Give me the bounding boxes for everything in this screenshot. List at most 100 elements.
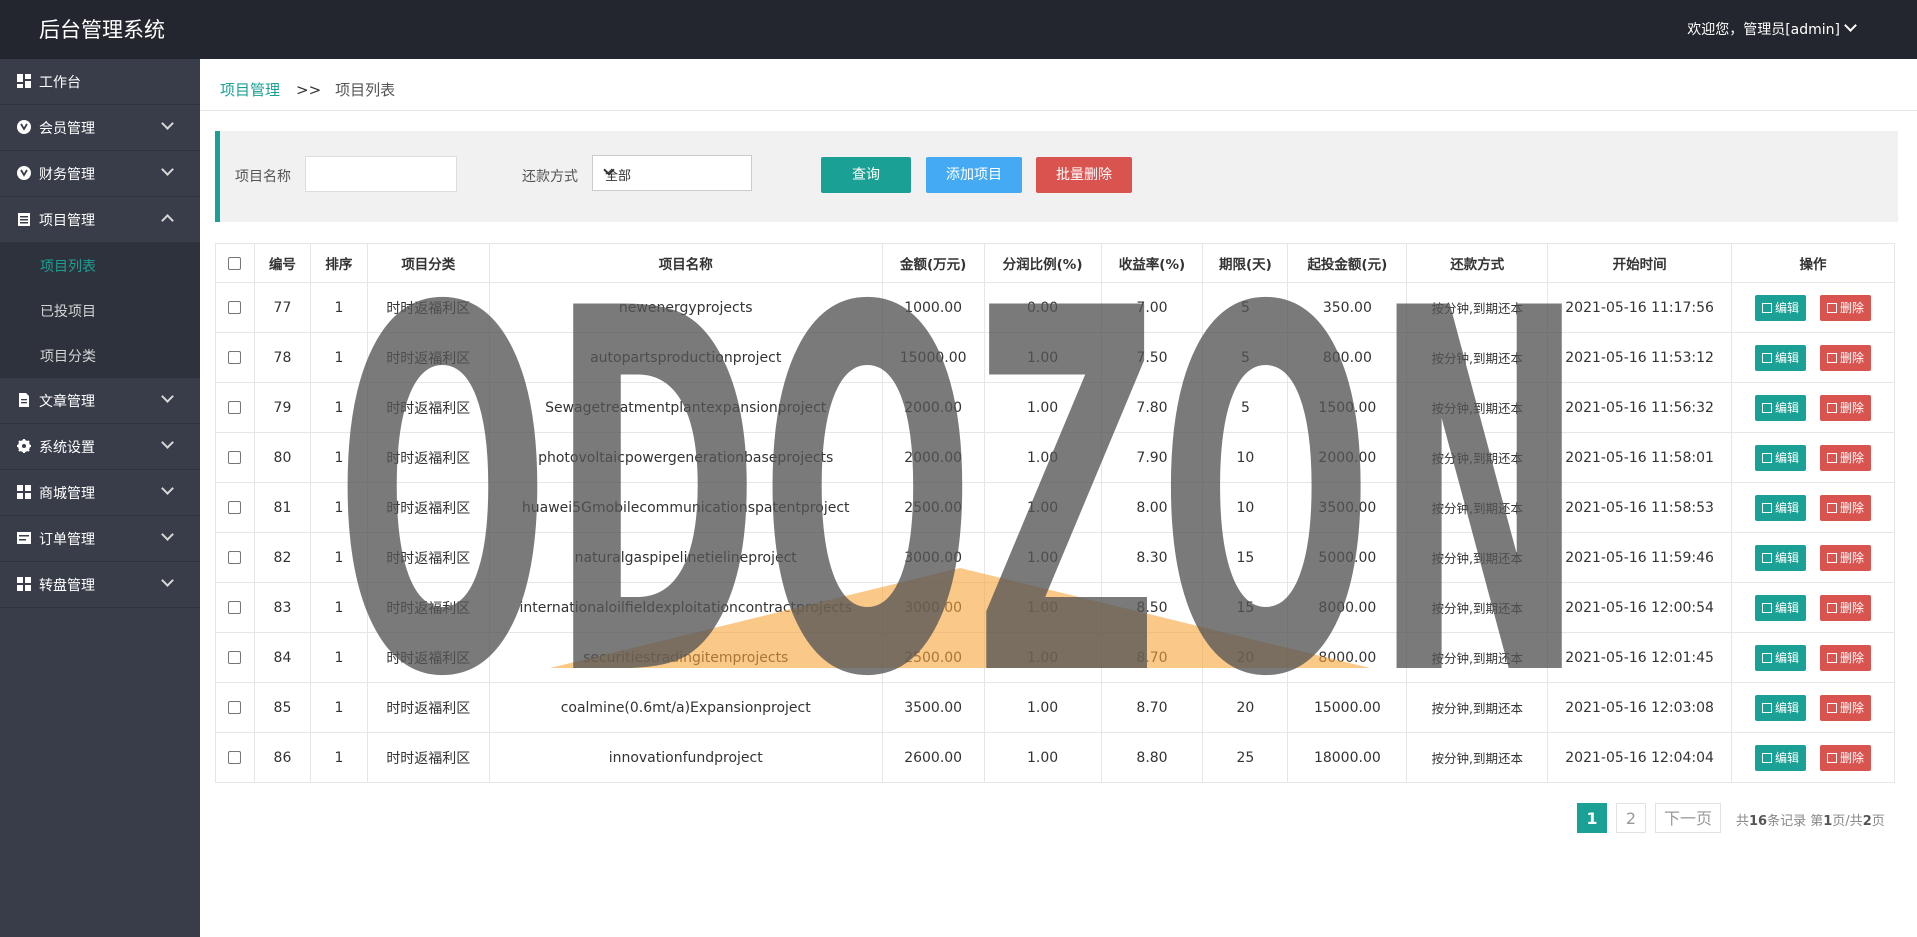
edit-label: 编辑 xyxy=(1775,600,1800,615)
delete-button[interactable]: 删除 xyxy=(1820,344,1872,371)
breadcrumb-parent-link[interactable]: 项目管理 xyxy=(220,81,280,99)
row-select-cell xyxy=(215,632,255,683)
table-cell: securitiestradingitemprojects xyxy=(488,632,883,683)
table-cell: 80 xyxy=(253,432,311,483)
breadcrumb: 项目管理 >> 项目列表 xyxy=(220,79,395,100)
grid-icon xyxy=(17,485,31,499)
table-cell: 8000.00 xyxy=(1287,632,1408,683)
table-cell: 77 xyxy=(253,282,311,333)
sidebar-item-wheel[interactable]: 转盘管理 xyxy=(0,562,200,608)
delete-label: 删除 xyxy=(1840,700,1865,715)
delete-button[interactable]: 删除 xyxy=(1820,644,1872,671)
add-project-button[interactable]: 添加项目 xyxy=(926,157,1022,193)
table-cell: 2021-05-16 12:01:45 xyxy=(1547,632,1733,683)
sidebar-item-members[interactable]: 会员管理 xyxy=(0,105,200,151)
batch-delete-button[interactable]: 批量删除 xyxy=(1036,157,1132,193)
sidebar-subitem-label: 项目列表 xyxy=(40,259,96,275)
sidebar-item-settings[interactable]: 系统设置 xyxy=(0,424,200,470)
table-cell: 时时返福利区 xyxy=(366,432,490,483)
column-header: 项目名称 xyxy=(488,243,883,283)
sidebar-subitem-project-list[interactable]: 项目列表 xyxy=(0,243,200,288)
page-1-button[interactable]: 1 xyxy=(1577,803,1607,833)
select-all-checkbox[interactable] xyxy=(228,256,242,270)
edit-label: 编辑 xyxy=(1775,450,1800,465)
edit-label: 编辑 xyxy=(1775,350,1800,365)
edit-label: 编辑 xyxy=(1775,750,1800,765)
table-cell: 按分钟,到期还本 xyxy=(1406,332,1549,383)
table-cell: 按分钟,到期还本 xyxy=(1406,282,1549,333)
table-cell: 1.00 xyxy=(983,632,1102,683)
delete-button[interactable]: 删除 xyxy=(1820,444,1872,471)
project-name-input[interactable] xyxy=(305,156,457,192)
edit-button[interactable]: 编辑 xyxy=(1755,344,1807,371)
row-checkbox[interactable] xyxy=(228,301,242,314)
sidebar-item-finance[interactable]: 财务管理 xyxy=(0,151,200,197)
table-cell: internationaloilfieldexploitationcontrac… xyxy=(488,582,883,633)
sidebar-item-label: 工作台 xyxy=(39,75,81,91)
sidebar-item-label: 文章管理 xyxy=(39,394,95,410)
delete-button[interactable]: 删除 xyxy=(1820,694,1872,721)
edit-button[interactable]: 编辑 xyxy=(1755,694,1807,721)
edit-button[interactable]: 编辑 xyxy=(1755,644,1807,671)
sidebar-subitem-invested-projects[interactable]: 已投项目 xyxy=(0,288,200,333)
edit-button[interactable]: 编辑 xyxy=(1755,594,1807,621)
delete-button[interactable]: 删除 xyxy=(1820,744,1872,771)
sidebar-item-orders[interactable]: 订单管理 xyxy=(0,516,200,562)
row-checkbox[interactable] xyxy=(228,501,242,514)
row-checkbox[interactable] xyxy=(228,451,242,464)
delete-button[interactable]: 删除 xyxy=(1820,394,1872,421)
edit-icon xyxy=(1762,452,1772,463)
sidebar-item-projects[interactable]: 项目管理 xyxy=(0,197,200,243)
page-2-button[interactable]: 2 xyxy=(1616,803,1646,833)
sidebar-item-dashboard[interactable]: 工作台 xyxy=(0,59,200,105)
top-bar: 后台管理系统 欢迎您，管理员[admin] xyxy=(0,0,1917,59)
row-checkbox[interactable] xyxy=(228,751,242,764)
table-cell: 82 xyxy=(253,532,311,583)
query-button[interactable]: 查询 xyxy=(821,157,911,193)
edit-button[interactable]: 编辑 xyxy=(1755,394,1807,421)
grid-icon xyxy=(17,577,31,591)
delete-button[interactable]: 删除 xyxy=(1820,594,1872,621)
table-row: 78 1 时时返福利区 autopartsproductionproject 15000… xyxy=(215,332,1895,383)
trash-icon xyxy=(1827,302,1838,313)
delete-label: 删除 xyxy=(1840,750,1865,765)
user-greeting: 欢迎您，管理员[admin] xyxy=(1687,22,1840,38)
divider xyxy=(200,110,1917,111)
delete-button[interactable]: 删除 xyxy=(1820,544,1872,571)
repayment-method-select[interactable]: 全部 xyxy=(592,155,752,191)
next-page-button[interactable]: 下一页 xyxy=(1655,803,1721,833)
sidebar-item-mall[interactable]: 商城管理 xyxy=(0,470,200,516)
table-cell: 1.00 xyxy=(983,532,1102,583)
row-checkbox[interactable] xyxy=(228,551,242,564)
table-cell: 10 xyxy=(1202,482,1289,533)
table-cell: 8000.00 xyxy=(1287,582,1408,633)
column-header: 操作 xyxy=(1731,243,1895,283)
table-cell: naturalgaspipelinetielineproject xyxy=(488,532,883,583)
row-checkbox[interactable] xyxy=(228,651,242,664)
sidebar-subitem-project-category[interactable]: 项目分类 xyxy=(0,333,200,378)
edit-button[interactable]: 编辑 xyxy=(1755,444,1807,471)
column-header: 期限(天) xyxy=(1202,243,1289,283)
row-select-cell xyxy=(215,582,255,633)
row-checkbox[interactable] xyxy=(228,401,242,414)
edit-button[interactable]: 编辑 xyxy=(1755,294,1807,321)
edit-button[interactable]: 编辑 xyxy=(1755,544,1807,571)
table-cell: 3500.00 xyxy=(881,682,985,733)
user-menu[interactable]: 欢迎您，管理员[admin] xyxy=(1687,19,1857,39)
table-cell: innovationfundproject xyxy=(488,732,883,783)
sidebar-item-articles[interactable]: 文章管理 xyxy=(0,378,200,424)
table-cell: 1.00 xyxy=(983,582,1102,633)
delete-button[interactable]: 删除 xyxy=(1820,294,1872,321)
table-cell: 2021-05-16 11:58:53 xyxy=(1547,482,1733,533)
edit-button[interactable]: 编辑 xyxy=(1755,494,1807,521)
delete-button[interactable]: 删除 xyxy=(1820,494,1872,521)
table-cell: 2021-05-16 11:56:32 xyxy=(1547,382,1733,433)
row-select-cell xyxy=(215,732,255,783)
table-cell: 1.00 xyxy=(983,682,1102,733)
table-cell: 1500.00 xyxy=(1287,382,1408,433)
row-checkbox[interactable] xyxy=(228,701,242,714)
edit-button[interactable]: 编辑 xyxy=(1755,744,1807,771)
row-checkbox[interactable] xyxy=(228,351,242,364)
row-checkbox[interactable] xyxy=(228,601,242,614)
table-cell: 1 xyxy=(309,482,368,533)
